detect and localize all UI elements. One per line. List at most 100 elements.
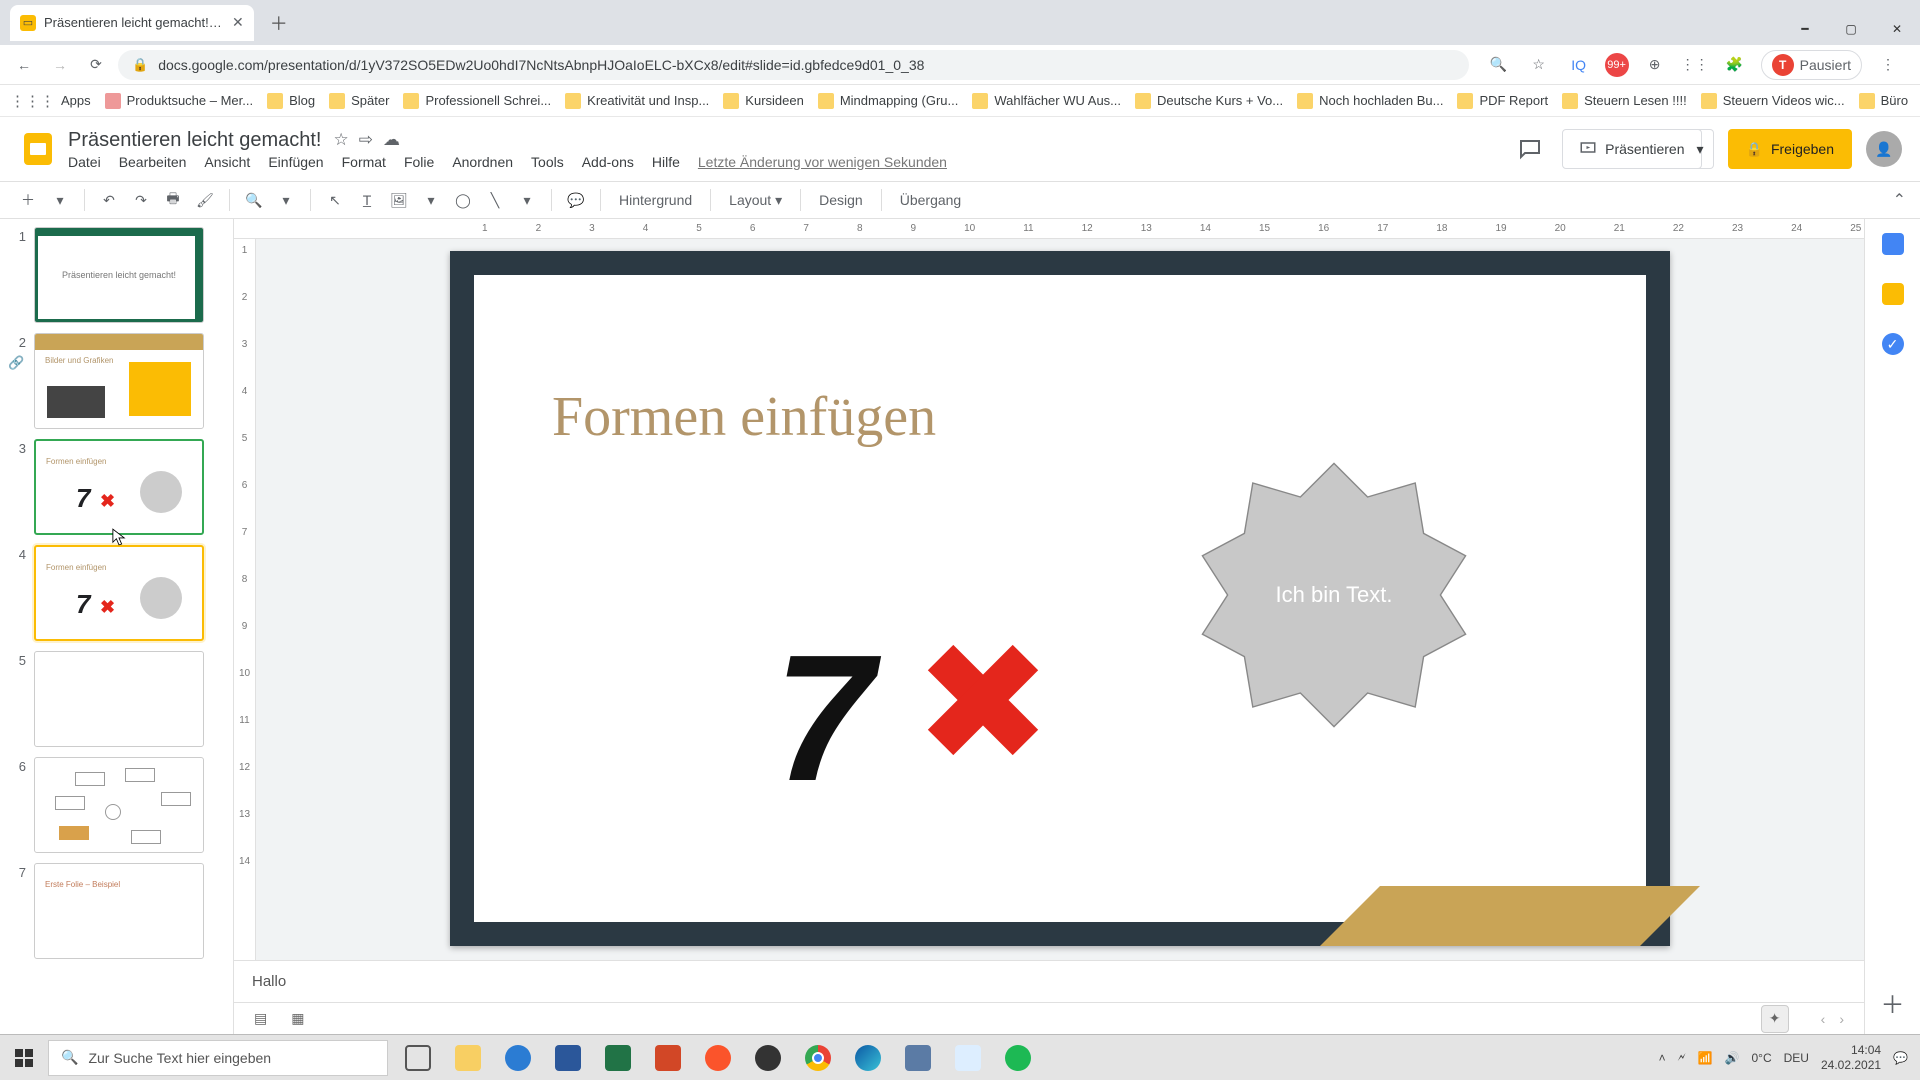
minimize-button[interactable]: ━ [1782,13,1828,45]
slide-thumbnail[interactable] [34,651,204,747]
ruler-horizontal[interactable]: 1234567891011121314151617181920212223242… [234,219,1864,239]
spotify-icon[interactable] [994,1038,1042,1078]
start-button[interactable] [0,1035,48,1081]
slides-logo-icon[interactable] [18,129,58,169]
bookmark-item[interactable]: Noch hochladen Bu... [1297,93,1443,109]
forward-button[interactable]: → [46,51,74,79]
explore-button[interactable]: ✦ [1761,1005,1789,1033]
chevron-right-icon[interactable]: › [1839,1011,1844,1027]
add-addon-icon[interactable]: ＋ [1881,985,1905,1020]
bookmark-item[interactable]: Wahlfächer WU Aus... [972,93,1121,109]
comments-button[interactable] [1512,131,1548,167]
slide-thumbnail[interactable]: Präsentieren leicht gemacht! [34,227,204,323]
number-seven-shape[interactable]: 7 [774,615,874,822]
obs-icon[interactable] [744,1038,792,1078]
chrome-menu-icon[interactable]: ⋮ [1874,51,1902,79]
profile-chip[interactable]: T Pausiert [1761,50,1862,80]
menu-slide[interactable]: Folie [404,154,434,170]
slide-thumbnail[interactable]: Erste Folie – Beispiel [34,863,204,959]
bookmark-item[interactable]: Blog [267,93,315,109]
menu-file[interactable]: Datei [68,154,101,170]
tray-clock[interactable]: 14:04 24.02.2021 [1821,1043,1881,1072]
zoom-dropdown[interactable]: ▾ [272,186,300,214]
browser-tab[interactable]: ▭ Präsentieren leicht gemacht! - G ✕ [10,5,254,41]
bookmark-item[interactable]: Mindmapping (Gru... [818,93,959,109]
shape-tool[interactable]: ◯ [449,186,477,214]
brave-icon[interactable] [694,1038,742,1078]
word-icon[interactable] [544,1038,592,1078]
edge-icon[interactable] [844,1038,892,1078]
extension-dots-icon[interactable]: ⋮⋮ [1681,51,1709,79]
design-button[interactable]: Design [811,192,871,208]
maximize-button[interactable]: ▢ [1828,13,1874,45]
omnibox[interactable]: 🔒 docs.google.com/presentation/d/1yV372S… [118,50,1469,80]
chrome-icon[interactable] [794,1038,842,1078]
paint-format-button[interactable]: 🖌 [191,186,219,214]
explorer-icon[interactable] [444,1038,492,1078]
seal-shape[interactable]: Ich bin Text. [1194,455,1474,735]
slide-title-text[interactable]: Formen einfügen [552,385,936,449]
zoom-icon[interactable]: 🔍 [1485,51,1513,79]
bookmark-item[interactable]: Professionell Schrei... [403,93,551,109]
last-edit-link[interactable]: Letzte Änderung vor wenigen Sekunden [698,154,947,170]
slide-thumbnail[interactable]: Bilder und Grafiken [34,333,204,429]
account-avatar[interactable]: 👤 [1866,131,1902,167]
speaker-notes[interactable]: Hallo [234,960,1864,1002]
background-button[interactable]: Hintergrund [611,192,700,208]
print-button[interactable]: 🖶 [159,186,187,214]
menu-format[interactable]: Format [342,154,386,170]
line-tool[interactable]: ╲ [481,186,509,214]
extension-io-icon[interactable]: IQ [1565,51,1593,79]
tray-language[interactable]: DEU [1784,1051,1809,1065]
image-dropdown[interactable]: ▾ [417,186,445,214]
tray-volume-icon[interactable]: 🔊 [1725,1051,1740,1065]
bookmark-item[interactable]: PDF Report [1457,93,1548,109]
bookmark-item[interactable]: Produktsuche – Mer... [105,93,253,109]
bookmark-item[interactable]: Steuern Videos wic... [1701,93,1845,109]
textbox-tool[interactable]: T̲ [353,186,381,214]
back-button[interactable]: ← [10,51,38,79]
apps-button[interactable]: ⋮⋮⋮Apps [10,92,91,110]
calendar-icon[interactable] [1882,233,1904,255]
slide-thumbnail[interactable]: Formen einfügen7✖ [34,439,204,535]
menu-addons[interactable]: Add-ons [582,154,634,170]
undo-button[interactable]: ↶ [95,186,123,214]
powerpoint-icon[interactable] [644,1038,692,1078]
grid-view-icon[interactable]: ▦ [291,1010,304,1027]
slide-thumbnail[interactable] [34,757,204,853]
star-icon[interactable]: ☆ [333,130,348,150]
edge-legacy-icon[interactable] [494,1038,542,1078]
task-view-icon[interactable] [394,1038,442,1078]
bookmark-star-icon[interactable]: ☆ [1525,51,1553,79]
new-slide-button[interactable]: ＋ [14,186,42,214]
app-icon[interactable] [894,1038,942,1078]
red-cross-shape[interactable] [934,651,1032,749]
select-tool[interactable]: ↖ [321,186,349,214]
close-tab-icon[interactable]: ✕ [232,14,244,31]
tray-chevron-icon[interactable]: ˄ [1659,1051,1666,1065]
excel-icon[interactable] [594,1038,642,1078]
extension-badge-icon[interactable]: 99+ [1605,53,1629,77]
menu-view[interactable]: Ansicht [204,154,250,170]
image-tool[interactable]: 🖼 [385,186,413,214]
bookmark-item[interactable]: Steuern Lesen !!!! [1562,93,1687,109]
keep-icon[interactable] [1882,283,1904,305]
slide-stage[interactable]: Formen einfügen 7 Ich bin Text. [256,239,1864,960]
collapse-toolbar-icon[interactable]: ⌃ [1893,190,1906,210]
bookmark-item[interactable]: Büro [1859,93,1908,109]
app-icon[interactable] [944,1038,992,1078]
bookmark-item[interactable]: Kreativität und Insp... [565,93,709,109]
zoom-button[interactable]: 🔍 [240,186,268,214]
bookmark-item[interactable]: Deutsche Kurs + Vo... [1135,93,1283,109]
menu-tools[interactable]: Tools [531,154,564,170]
cloud-saved-icon[interactable]: ☁ [383,130,400,150]
reload-button[interactable]: ⟳ [82,51,110,79]
tray-power-icon[interactable]: 🗲 [1678,1050,1686,1065]
layout-button[interactable]: Layout ▾ [721,192,790,209]
notifications-icon[interactable]: 💬 [1893,1051,1908,1065]
bookmark-item[interactable]: Kursideen [723,93,804,109]
menu-arrange[interactable]: Anordnen [452,154,513,170]
redo-button[interactable]: ↷ [127,186,155,214]
new-slide-dropdown[interactable]: ▾ [46,186,74,214]
document-title[interactable]: Präsentieren leicht gemacht! [68,129,321,152]
